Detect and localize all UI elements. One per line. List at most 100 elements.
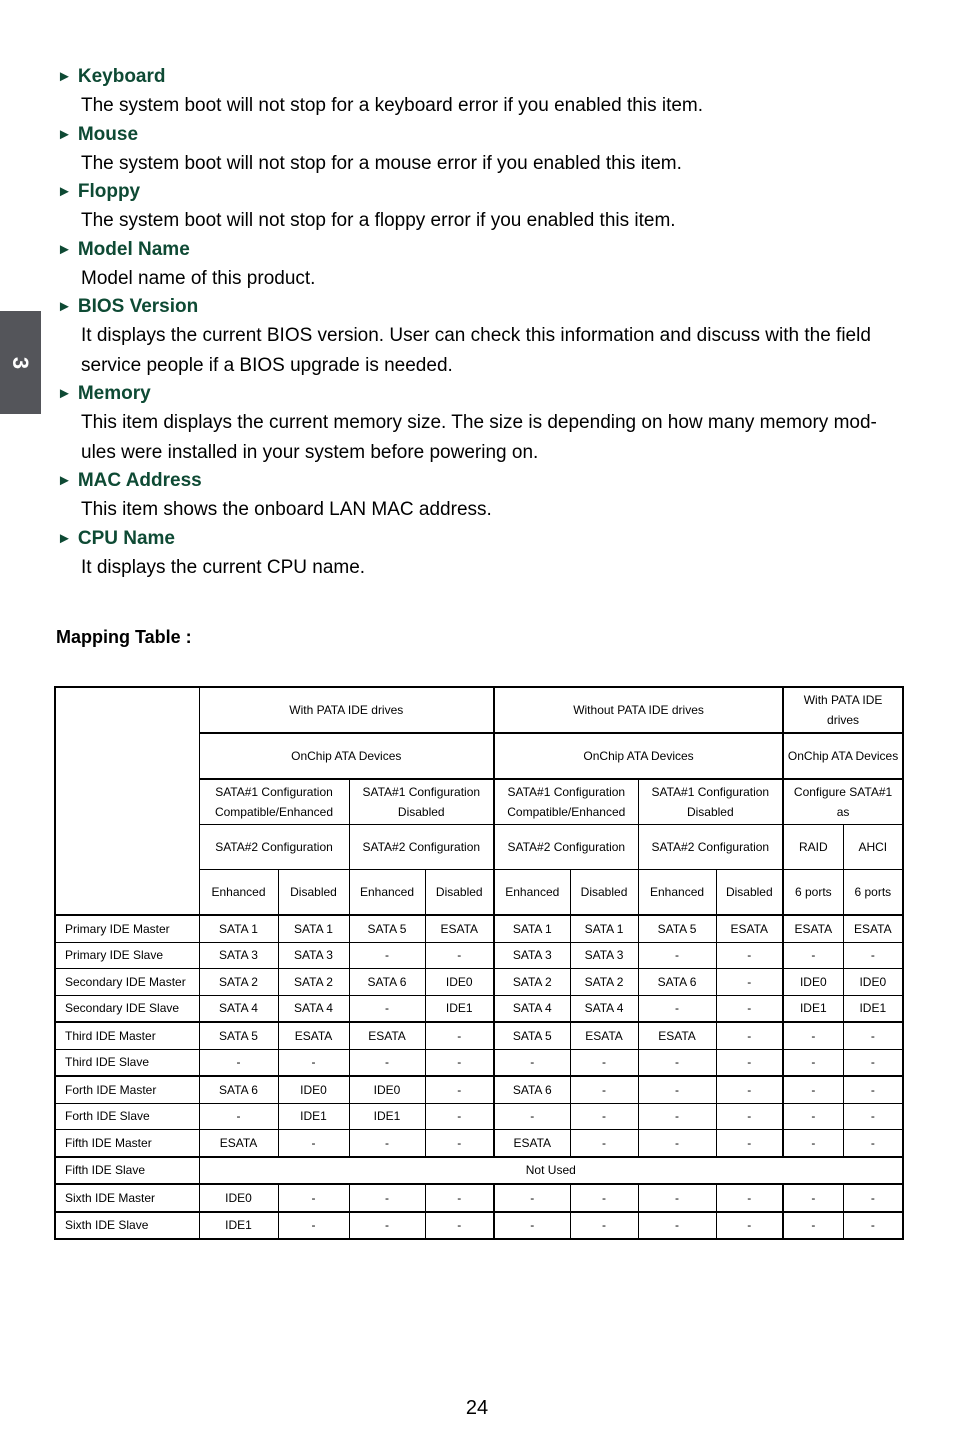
table-cell: - [348,1129,426,1157]
header-onchip: OnChip ATA Devices [782,732,904,780]
table-cell: - [715,1102,784,1130]
table-cell: - [424,1210,495,1240]
table-cell: - [637,1048,717,1077]
table-cell: - [424,1075,495,1104]
header-raid: RAID [782,824,844,870]
bios-item: ► CPU Name It displays the current CPU nam… [57,525,907,583]
table-cell: - [424,1102,495,1130]
bios-item: ► Floppy The system boot will not stop for… [57,178,907,236]
table-cell: - [637,941,717,969]
table-cell: - [782,1210,844,1240]
table-cell: - [424,1129,495,1157]
table-cell: - [842,1021,904,1050]
item-description: It displays the current CPU name. [81,556,366,578]
arrow-right-icon: ► [57,183,72,200]
row-label: Sixth IDE Master [54,1183,200,1212]
table-cell: SATA 4 [198,994,279,1023]
header-sata2-config: SATA#2 Configuration [637,824,784,870]
table-cell: - [715,1021,784,1050]
table-row: Sixth IDE Master IDE0- - - - - - - - - [54,1183,904,1212]
row-label: Secondary IDE Master [54,968,200,996]
table-cell: SATA 4 [277,994,350,1023]
table-row: Secondary IDE Master SATA 2 SATA 2 SATA 6 ID… [54,968,904,996]
header-group-without-pata: Without PATA IDE drives [493,686,784,734]
item-title: ► Mouse [57,121,907,149]
row-label: Fifth IDE Master [54,1129,200,1157]
table-cell: - [715,968,784,996]
table-cell: ESATA [348,1021,426,1050]
table-row: Primary IDE Master SATA 1 SATA 1 SATA 5 ESAT… [54,914,904,943]
header-sata1-config: SATA#1 Configuration Disabled [348,778,495,825]
table-cell: - [782,1129,844,1157]
item-description: It displays the current BIOS version. Us… [81,325,871,346]
header-leaf-cell: Enhanced [348,869,426,916]
row-label: Sixth IDE Slave [54,1210,200,1240]
table-cell: - [348,1210,426,1240]
table-cell: IDE1 [424,994,495,1023]
header-sata2-config: SATA#2 Configuration [348,824,495,870]
table-cell: - [569,1210,639,1240]
table-cell: SATA 4 [569,994,639,1023]
table-cell: SATA 1 [198,914,279,943]
table-cell: IDE1 [842,994,904,1023]
header-leaf-cell: Enhanced [637,869,717,916]
header-sata1-config: SATA#1 Configuration Compatible/Enhanced [493,778,639,825]
chapter-number: 3 [8,356,34,369]
merged-cell: Not Used [198,1155,904,1185]
header-leaf-cell: Disabled [277,869,350,916]
table-cell: - [348,1183,426,1212]
table-cell: SATA 2 [569,968,639,996]
table-cell: SATA 3 [493,941,571,969]
table-row: Primary IDE Slave SATA 3 SATA 3- - SATA 3 SAT… [54,941,904,969]
table-cell: - [424,1183,495,1212]
item-description: The system boot will not stop for a keyb… [81,95,704,116]
table-cell: ESATA [198,1129,279,1157]
table-cell: - [348,941,426,969]
table-cell: IDE1 [198,1210,279,1240]
table-cell: - [637,1075,717,1104]
table-row: Third IDE Slave - - - - - - - - - - [54,1048,904,1077]
row-label: Third IDE Slave [54,1048,200,1077]
header-leaf-cell: Enhanced [198,869,279,916]
item-title: ► Memory [57,380,907,408]
table-cell: ESATA [715,914,784,943]
row-label: Fifth IDE Slave [54,1155,200,1185]
table-cell: - [715,1210,784,1240]
item-title-text: Keyboard [77,66,166,87]
table-row: Secondary IDE Slave SATA 4 SATA 4- IDE1 SATA… [54,994,904,1023]
row-label: Primary IDE Slave [54,941,200,969]
table-row: Third IDE Master SATA 5 ESATA ESATA - SATA 5E… [54,1021,904,1050]
bios-item: ► MAC Address This item shows the onboard … [57,467,907,525]
table-cell: ESATA [569,1021,639,1050]
header-onchip: OnChip ATA Devices [493,732,784,780]
table-cell: - [715,1129,784,1157]
arrow-right-icon: ► [57,240,72,258]
table-cell: - [782,1183,844,1212]
table-cell: - [424,941,495,969]
table-cell: ESATA [277,1021,350,1050]
mapping-table-title: Mapping Table : [56,627,192,647]
table-cell: - [715,1048,784,1077]
table-cell: SATA 6 [198,1075,279,1104]
item-description: This item displays the current memory si… [81,412,877,433]
bios-item: ► Model Name Model name of this product. [57,236,907,294]
table-cell: SATA 1 [277,914,350,943]
row-label: Primary IDE Master [54,914,200,943]
chapter-tab: 3 [0,311,41,414]
header-leaf-cell: Enhanced [493,869,571,916]
table-cell: - [637,1129,717,1157]
table-cell: - [842,1183,904,1212]
header-sata1-config: SATA#1 Configuration Disabled [637,778,784,825]
arrow-right-icon: ► [57,125,72,143]
table-cell: IDE0 [277,1075,350,1104]
table-cell: - [842,1102,904,1130]
bios-item-list: ► Keyboard The system boot will not stop f… [57,63,907,582]
table-cell: - [715,994,784,1023]
table-cell: - [782,941,844,969]
header-row-group: With PATA IDE drives Without PATA IDE dr… [54,686,904,916]
table-cell: - [277,1183,350,1212]
table-cell: - [277,1210,350,1240]
table-cell: ESATA [637,1021,717,1050]
table-cell: SATA 2 [277,968,350,996]
table-cell: - [842,1129,904,1157]
